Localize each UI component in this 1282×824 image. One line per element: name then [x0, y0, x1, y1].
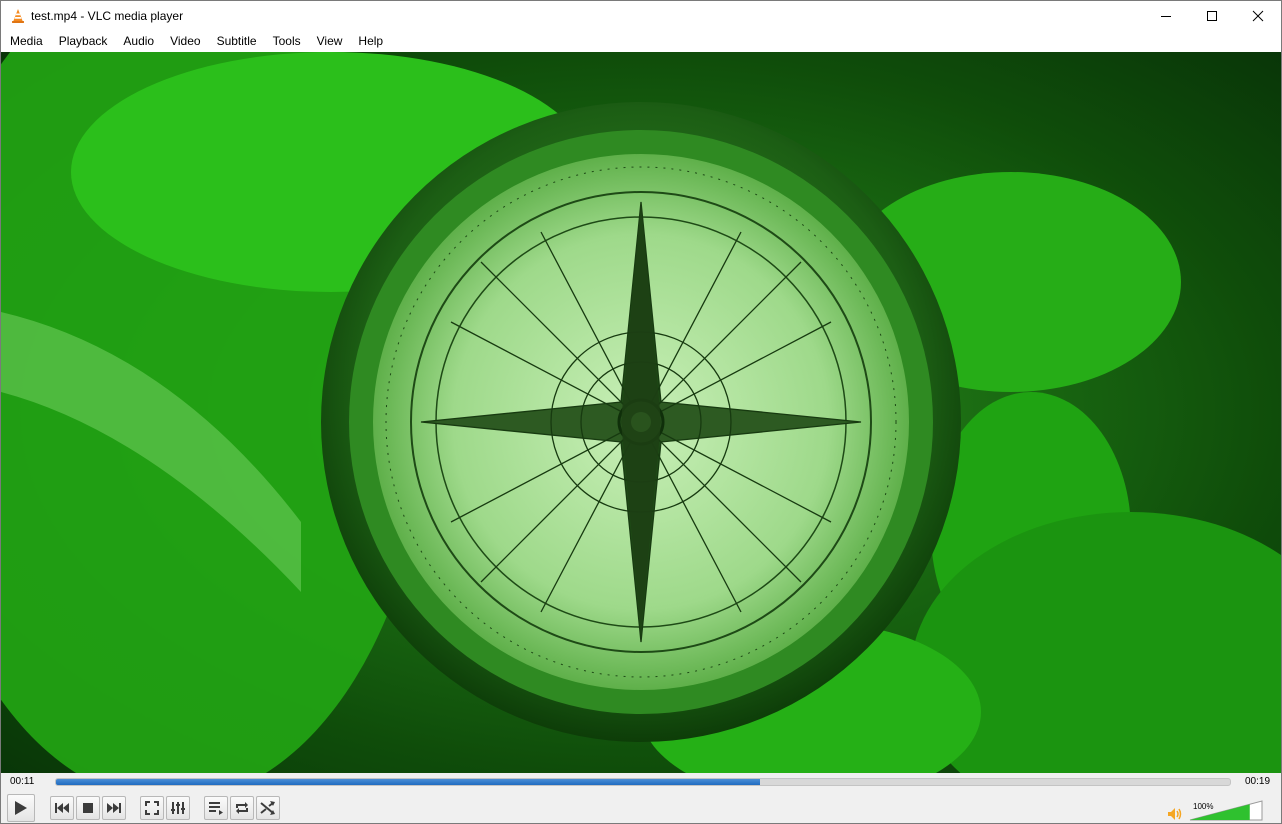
video-frame	[1, 52, 1281, 773]
menu-media[interactable]: Media	[1, 31, 51, 52]
play-button[interactable]	[7, 794, 35, 822]
menu-audio[interactable]: Audio	[115, 31, 162, 52]
seek-row: 00:11 00:19	[1, 773, 1281, 792]
playlist-icon	[209, 802, 223, 815]
speaker-icon[interactable]	[1167, 807, 1183, 821]
elapsed-time: 00:11	[10, 776, 35, 787]
menu-subtitle[interactable]: Subtitle	[209, 31, 265, 52]
seek-progress	[56, 779, 761, 785]
shuffle-button[interactable]	[256, 796, 280, 820]
stop-button[interactable]	[76, 796, 100, 820]
seek-slider[interactable]	[55, 778, 1231, 786]
close-button[interactable]	[1235, 1, 1281, 31]
playlist-button[interactable]	[204, 796, 228, 820]
skip-previous-icon	[55, 803, 69, 813]
title-bar: test.mp4 - VLC media player	[1, 1, 1281, 31]
maximize-button[interactable]	[1189, 1, 1235, 31]
menu-bar: Media Playback Audio Video Subtitle Tool…	[1, 31, 1281, 52]
minimize-icon	[1161, 16, 1171, 17]
next-button[interactable]	[102, 796, 126, 820]
close-icon	[1252, 10, 1264, 22]
fullscreen-icon	[145, 801, 159, 815]
controls-bar: 100%	[1, 792, 1281, 823]
extended-settings-button[interactable]	[166, 796, 190, 820]
menu-help[interactable]: Help	[350, 31, 391, 52]
volume-slider[interactable]	[1189, 800, 1263, 821]
fullscreen-button[interactable]	[140, 796, 164, 820]
previous-button[interactable]	[50, 796, 74, 820]
stop-icon	[83, 803, 93, 813]
menu-playback[interactable]: Playback	[51, 31, 116, 52]
skip-next-icon	[107, 803, 121, 813]
vlc-window: test.mp4 - VLC media player Media Playba…	[0, 0, 1282, 824]
video-display[interactable]	[1, 52, 1281, 773]
vlc-cone-icon	[12, 9, 24, 23]
window-title: test.mp4 - VLC media player	[31, 9, 184, 23]
total-time[interactable]: 00:19	[1245, 776, 1270, 788]
play-icon	[15, 801, 27, 815]
maximize-icon	[1207, 11, 1217, 21]
menu-tools[interactable]: Tools	[265, 31, 309, 52]
loop-button[interactable]	[230, 796, 254, 820]
shuffle-icon	[260, 801, 275, 815]
loop-icon	[236, 802, 248, 814]
minimize-button[interactable]	[1143, 1, 1189, 31]
menu-view[interactable]: View	[309, 31, 351, 52]
menu-video[interactable]: Video	[162, 31, 208, 52]
extended-settings-icon	[171, 802, 185, 814]
